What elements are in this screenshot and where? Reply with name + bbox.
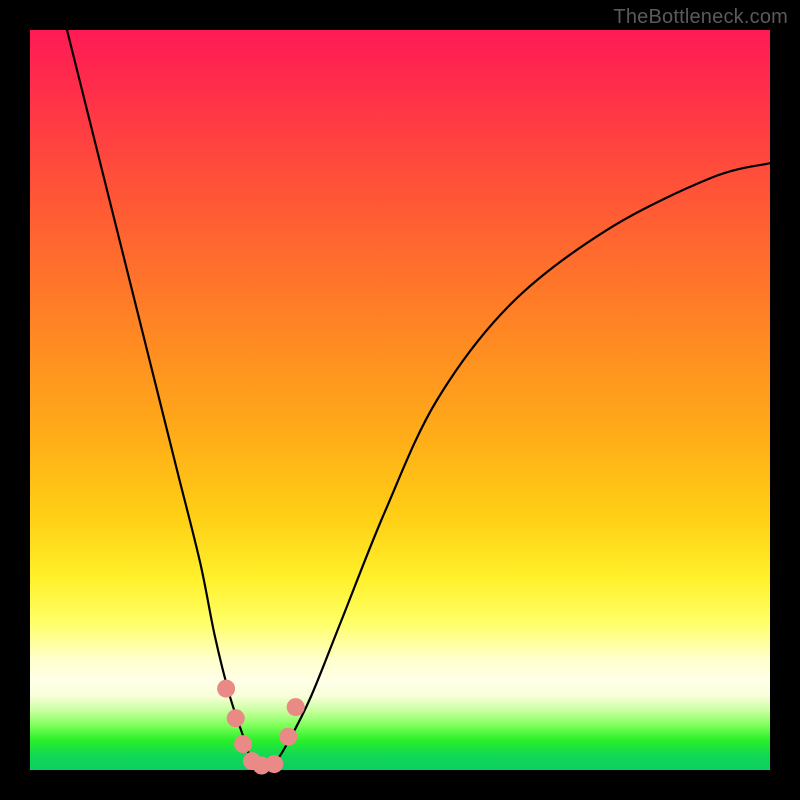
bottleneck-curve bbox=[67, 30, 770, 766]
curve-marker bbox=[279, 728, 297, 746]
curve-svg bbox=[30, 30, 770, 770]
plot-area bbox=[30, 30, 770, 770]
curve-marker bbox=[265, 755, 283, 773]
watermark-text: TheBottleneck.com bbox=[613, 6, 788, 29]
chart-frame: TheBottleneck.com bbox=[0, 0, 800, 800]
curve-marker bbox=[234, 735, 252, 753]
curve-marker bbox=[287, 698, 305, 716]
curve-marker bbox=[217, 680, 235, 698]
marker-group bbox=[217, 680, 305, 775]
curve-marker bbox=[227, 709, 245, 727]
